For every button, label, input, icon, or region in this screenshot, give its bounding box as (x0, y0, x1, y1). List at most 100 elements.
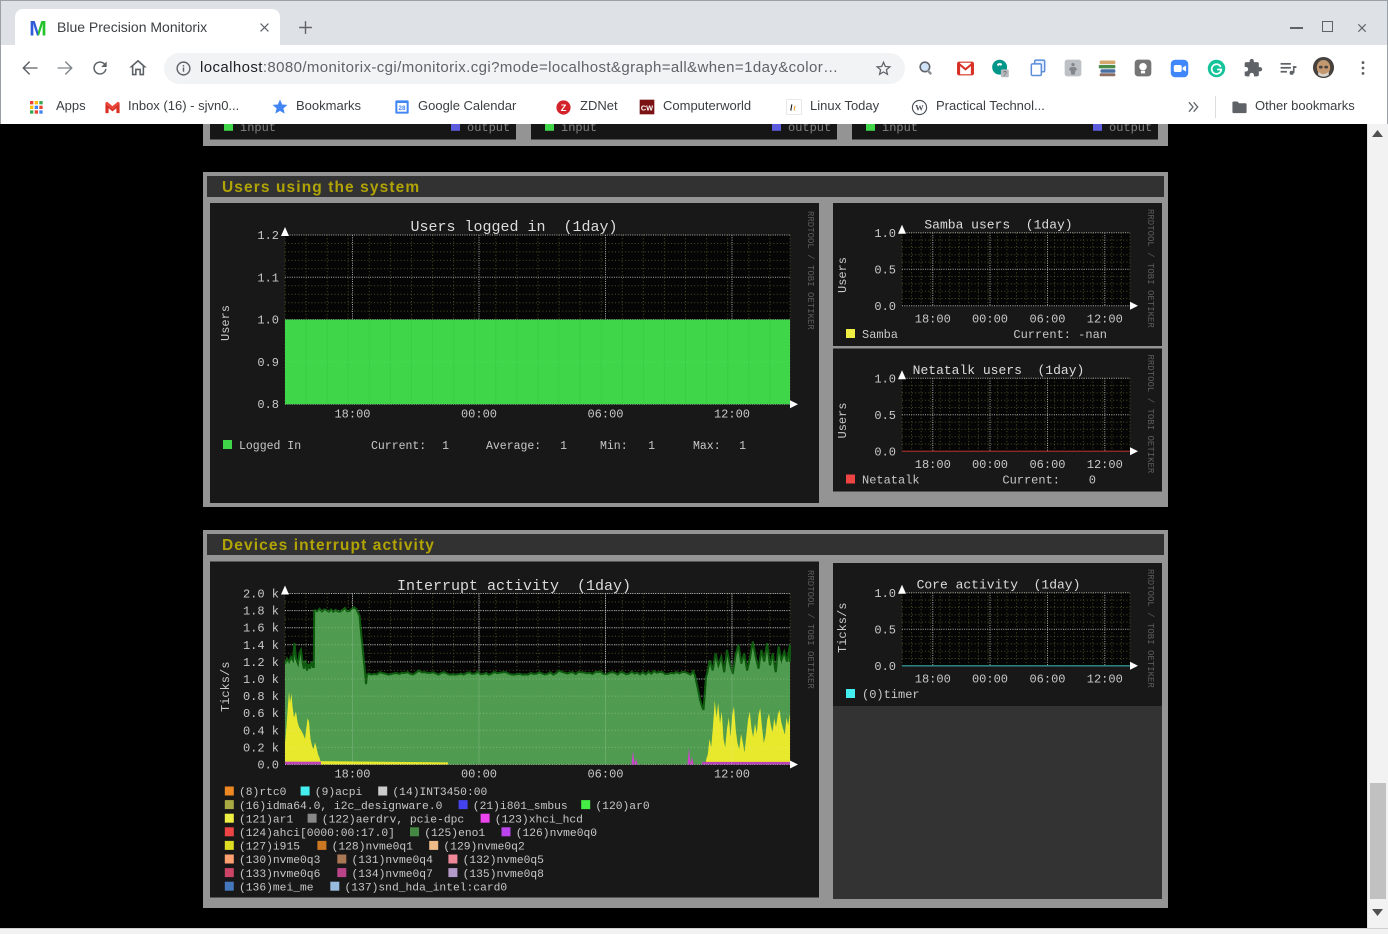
svg-text:1: 1 (739, 440, 746, 453)
svg-text:1.8 k: 1.8 k (243, 605, 279, 619)
svg-text:0.4 k: 0.4 k (243, 724, 279, 738)
svg-text:RRDTOOL / TOBI OETIKER: RRDTOOL / TOBI OETIKER (1145, 355, 1155, 474)
svg-text:(14)INT3450:00: (14)INT3450:00 (392, 787, 487, 799)
svg-text:M: M (29, 18, 47, 40)
svg-text:06:00: 06:00 (1029, 673, 1065, 687)
svg-text:1.2: 1.2 (257, 229, 279, 243)
svg-text:Ticks/s: Ticks/s (836, 603, 850, 653)
svg-text:1.0: 1.0 (874, 372, 896, 386)
svg-text:(130)nvme0q3: (130)nvme0q3 (239, 855, 321, 867)
svg-text:(122)aerdrv, pcie-dpc: (122)aerdrv, pcie-dpc (322, 814, 464, 826)
svg-text:(134)nvme0q7: (134)nvme0q7 (352, 869, 433, 881)
svg-text:Ticks/s: Ticks/s (219, 662, 233, 712)
svg-text:0.8: 0.8 (257, 398, 279, 412)
svg-text:(8)rtc0: (8)rtc0 (239, 787, 287, 799)
svg-text:(128)nvme0q1: (128)nvme0q1 (332, 842, 414, 854)
svg-text:Samba: Samba (862, 328, 898, 342)
svg-text:RRDTOOL / TOBI OETIKER: RRDTOOL / TOBI OETIKER (1145, 569, 1155, 688)
svg-text:0.0: 0.0 (257, 759, 279, 773)
svg-text:1.1: 1.1 (257, 271, 279, 285)
svg-text:?: ? (1003, 71, 1007, 78)
svg-text:(131)nvme0q4: (131)nvme0q4 (352, 855, 434, 867)
svg-text:0.0: 0.0 (874, 660, 896, 674)
svg-text:W: W (915, 103, 924, 113)
svg-text:0.9: 0.9 (257, 356, 279, 370)
svg-text:1: 1 (648, 440, 655, 453)
svg-text:(0)timer: (0)timer (862, 688, 920, 702)
svg-text:0.0: 0.0 (874, 445, 896, 459)
svg-text:1.0: 1.0 (874, 227, 896, 241)
svg-text:Average:: Average: (486, 440, 541, 453)
svg-text:1: 1 (560, 440, 567, 453)
svg-text:(121)ar1: (121)ar1 (239, 814, 293, 826)
svg-text:06:00: 06:00 (1029, 313, 1065, 327)
svg-text:(135)nvme0q8: (135)nvme0q8 (463, 869, 545, 881)
svg-text:Logged In: Logged In (239, 440, 301, 453)
svg-text:1.0: 1.0 (874, 587, 896, 601)
svg-text:00:00: 00:00 (972, 458, 1008, 472)
svg-text:1.4 k: 1.4 k (243, 639, 279, 653)
svg-text:1.0: 1.0 (257, 314, 279, 328)
svg-text:00:00: 00:00 (972, 313, 1008, 327)
svg-text:(132)nvme0q5: (132)nvme0q5 (463, 855, 545, 867)
svg-text:(9)acpi: (9)acpi (315, 787, 363, 799)
svg-text:06:00: 06:00 (587, 408, 623, 422)
svg-text:0.5: 0.5 (874, 623, 896, 637)
svg-text:0.5: 0.5 (874, 263, 896, 277)
svg-text:Max:: Max: (693, 440, 721, 453)
svg-text:CW: CW (641, 103, 653, 112)
svg-text:18:00: 18:00 (334, 408, 370, 422)
svg-text:(127)i915: (127)i915 (239, 842, 300, 854)
svg-text:00:00: 00:00 (461, 408, 497, 422)
svg-text:12:00: 12:00 (714, 768, 750, 782)
svg-text:Interrupt activity (1day): Interrupt activity (1day) (397, 578, 631, 595)
svg-text:(137)snd_hda_intel:card0: (137)snd_hda_intel:card0 (345, 882, 508, 894)
svg-text:1.2 k: 1.2 k (243, 656, 279, 670)
svg-text:Users: Users (836, 402, 850, 438)
svg-text:2.0 k: 2.0 k (243, 588, 279, 602)
svg-text:28: 28 (398, 105, 406, 112)
svg-text:1.0 k: 1.0 k (243, 673, 279, 687)
svg-text:Users: Users (836, 257, 850, 293)
svg-text:0.2 k: 0.2 k (243, 741, 279, 755)
svg-text:06:00: 06:00 (1029, 458, 1065, 472)
svg-text:Current:: Current: (371, 440, 426, 453)
svg-text:00:00: 00:00 (461, 768, 497, 782)
svg-text:1: 1 (442, 440, 449, 453)
svg-text:0.6 k: 0.6 k (243, 707, 279, 721)
svg-text:12:00: 12:00 (1087, 458, 1123, 472)
svg-text:12:00: 12:00 (1087, 673, 1123, 687)
svg-text:(124)ahci[0000:00:17.0]: (124)ahci[0000:00:17.0] (239, 828, 395, 840)
svg-text:Current: -nan: Current: -nan (1013, 328, 1107, 342)
svg-text:1.6 k: 1.6 k (243, 622, 279, 636)
svg-text:Z: Z (561, 103, 567, 113)
svg-text:(21)i801_smbus: (21)i801_smbus (473, 801, 568, 813)
svg-text:00:00: 00:00 (972, 673, 1008, 687)
svg-text:Users logged in (1day): Users logged in (1day) (410, 219, 617, 236)
svg-text:12:00: 12:00 (714, 408, 750, 422)
svg-text:(133)nvme0q6: (133)nvme0q6 (239, 869, 321, 881)
svg-text:Users: Users (219, 305, 233, 341)
svg-text:(136)mei_me: (136)mei_me (239, 882, 314, 894)
svg-text:RRDTOOL / TOBI OETIKER: RRDTOOL / TOBI OETIKER (1145, 209, 1155, 328)
svg-text:18:00: 18:00 (915, 458, 951, 472)
svg-text:Netatalk users (1day): Netatalk users (1day) (913, 363, 1085, 378)
svg-text:(129)nvme0q2: (129)nvme0q2 (443, 842, 524, 854)
svg-text:06:00: 06:00 (587, 768, 623, 782)
svg-text:18:00: 18:00 (334, 768, 370, 782)
svg-text:Netatalk: Netatalk (862, 474, 920, 488)
svg-text:(16)idma64.0, i2c_designware.0: (16)idma64.0, i2c_designware.0 (239, 801, 443, 813)
svg-text:(125)eno1: (125)eno1 (424, 828, 485, 840)
svg-text:(120)ar0: (120)ar0 (595, 801, 649, 813)
svg-text:0.8 k: 0.8 k (243, 690, 279, 704)
svg-text:Core activity (1day): Core activity (1day) (917, 578, 1081, 593)
svg-text:Current: 0: Current: 0 (1002, 474, 1096, 488)
svg-text:0.5: 0.5 (874, 409, 896, 423)
svg-text:RRDTOOL / TOBI OETIKER: RRDTOOL / TOBI OETIKER (805, 570, 815, 689)
svg-text:0.0: 0.0 (874, 300, 896, 314)
svg-text:Samba users (1day): Samba users (1day) (924, 218, 1072, 233)
svg-text:Min:: Min: (600, 440, 628, 453)
svg-text:(123)xhci_hcd: (123)xhci_hcd (495, 814, 583, 826)
svg-text:(126)nvme0q0: (126)nvme0q0 (516, 828, 598, 840)
svg-text:RRDTOOL / TOBI OETIKER: RRDTOOL / TOBI OETIKER (805, 211, 815, 330)
